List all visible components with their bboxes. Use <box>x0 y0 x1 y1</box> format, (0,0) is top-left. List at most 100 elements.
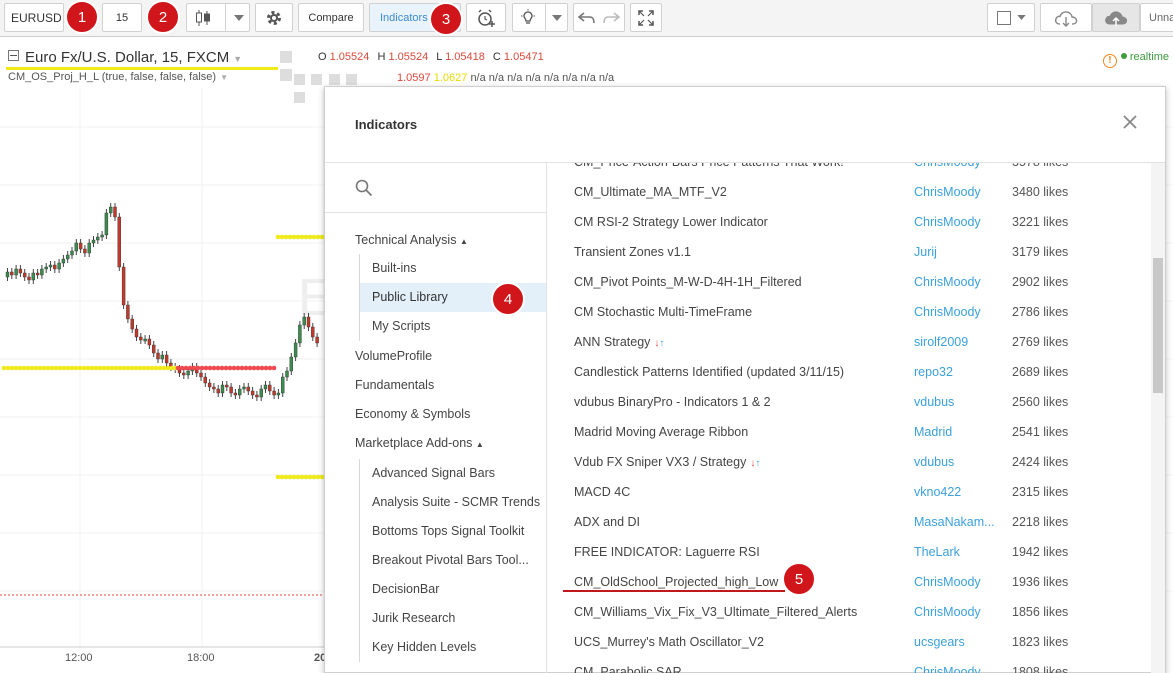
script-row[interactable]: FREE INDICATOR: Laguerre RSI TheLark 1942 … <box>548 537 1152 567</box>
script-name[interactable]: Candlestick Patterns Identified (updated… <box>574 357 844 387</box>
script-row[interactable]: UCS_Murrey's Math Oscillator_V2 ucsgears 1… <box>548 627 1152 657</box>
script-row[interactable]: vdubus BinaryPro - Indicators 1 & 2 vdubu… <box>548 387 1152 417</box>
script-name[interactable]: Transient Zones v1.1 <box>574 237 691 267</box>
load-layout-button[interactable] <box>1040 3 1092 32</box>
script-row[interactable]: CM Stochastic Multi-TimeFrame ChrisMoody 2… <box>548 297 1152 327</box>
marketplace-item[interactable]: Jurik Research <box>359 604 546 633</box>
chevron-down-icon[interactable] <box>551 14 562 21</box>
category-technical-analysis[interactable]: Technical Analysis ▲ <box>355 233 468 247</box>
settings-icon[interactable] <box>280 69 292 81</box>
script-name[interactable]: CM RSI-2 Strategy Lower Indicator <box>574 207 768 237</box>
category-fundamentals[interactable]: Fundamentals <box>355 378 434 392</box>
script-name[interactable]: UCS_Murrey's Math Oscillator_V2 <box>574 627 764 657</box>
chevron-down-icon[interactable]: ▼ <box>233 54 242 64</box>
script-author-link[interactable]: vdubus <box>914 447 1000 477</box>
script-row[interactable]: Candlestick Patterns Identified (updated… <box>548 357 1152 387</box>
script-author-link[interactable]: ChrisMoody <box>914 207 1000 237</box>
script-author-link[interactable]: Madrid <box>914 417 1000 447</box>
settings-icon[interactable] <box>311 74 323 85</box>
marketplace-item[interactable]: Advanced Signal Bars <box>359 459 546 488</box>
settings-button[interactable] <box>255 3 293 32</box>
eye-icon[interactable] <box>280 51 292 63</box>
close-icon[interactable] <box>1121 113 1139 131</box>
category-economy[interactable]: Economy & Symbols <box>355 407 470 421</box>
symbol-input[interactable]: EURUSD <box>4 3 64 32</box>
script-row[interactable]: CM_Williams_Vix_Fix_V3_Ultimate_Filtered… <box>548 597 1152 627</box>
category-marketplace[interactable]: Marketplace Add-ons ▲ <box>355 436 484 450</box>
color-theme-button[interactable] <box>987 3 1035 32</box>
chart-style-button[interactable] <box>186 3 250 32</box>
script-row[interactable]: ANN Strategy ↓↑ sirolf2009 2769 likes <box>548 327 1152 357</box>
script-name[interactable]: CM_Parabolic SAR <box>574 657 682 673</box>
category-volume-profile[interactable]: VolumeProfile <box>355 349 432 363</box>
category-built-ins[interactable]: Built-ins <box>359 254 546 283</box>
script-author-link[interactable]: vkno422 <box>914 477 1000 507</box>
script-author-link[interactable]: MasaNakam... <box>914 507 1000 537</box>
script-author-link[interactable]: Jurij <box>914 237 1000 267</box>
script-name[interactable]: MACD 4C <box>574 477 630 507</box>
script-author-link[interactable]: ChrisMoody <box>914 177 1000 207</box>
alert-button[interactable] <box>466 3 506 32</box>
script-name[interactable]: CM_Williams_Vix_Fix_V3_Ultimate_Filtered… <box>574 597 857 627</box>
interval-button[interactable]: 15 <box>102 3 142 32</box>
script-author-link[interactable]: ChrisMoody <box>914 567 1000 597</box>
layout-name[interactable]: Unna <box>1140 3 1173 32</box>
script-name[interactable]: ADX and DI <box>574 507 640 537</box>
script-name[interactable]: CM_Pivot Points_M-W-D-4H-1H_Filtered <box>574 267 802 297</box>
script-author-link[interactable]: ChrisMoody <box>914 267 1000 297</box>
marketplace-item[interactable]: Bottoms Tops Signal Toolkit <box>359 517 546 546</box>
script-author-link[interactable]: ChrisMoody <box>914 163 1000 177</box>
script-row[interactable]: MACD 4C vkno422 2315 likes <box>548 477 1152 507</box>
script-row[interactable]: Vdub FX Sniper VX3 / Strategy ↓↑ vdubus 242… <box>548 447 1152 477</box>
script-name[interactable]: CM_Ultimate_MA_MTF_V2 <box>574 177 727 207</box>
search-input[interactable] <box>325 163 546 213</box>
script-author-link[interactable]: ChrisMoody <box>914 597 1000 627</box>
script-author-link[interactable]: ChrisMoody <box>914 657 1000 673</box>
script-row[interactable]: CM_Ultimate_MA_MTF_V2 ChrisMoody 3480 like… <box>548 177 1152 207</box>
script-author-link[interactable]: ucsgears <box>914 627 1000 657</box>
script-author-link[interactable]: TheLark <box>914 537 1000 567</box>
projection-mid-dot <box>161 365 167 371</box>
script-name[interactable]: ANN Strategy ↓↑ <box>574 327 664 359</box>
scroll-thumb[interactable] <box>1153 258 1163 393</box>
script-author-link[interactable]: sirolf2009 <box>914 327 1000 357</box>
script-row[interactable]: CM RSI-2 Strategy Lower Indicator ChrisMo… <box>548 207 1152 237</box>
scrollbar[interactable] <box>1151 163 1165 673</box>
category-my-scripts[interactable]: My Scripts <box>359 312 546 341</box>
marketplace-item[interactable]: Analysis Suite - SCMR Trends <box>359 488 546 517</box>
script-row[interactable]: CM_Pivot Points_M-W-D-4H-1H_Filtered Chri… <box>548 267 1152 297</box>
add-icon[interactable] <box>346 74 358 85</box>
chevron-down-icon[interactable]: ▼ <box>220 73 228 82</box>
script-name[interactable]: CM_OldSchool_Projected_high_Low <box>574 567 778 597</box>
script-name[interactable]: Vdub FX Sniper VX3 / Strategy ↓↑ <box>574 447 760 479</box>
marketplace-item[interactable]: Breakout Pivotal Bars Tool... <box>359 546 546 575</box>
source-icon[interactable] <box>328 74 340 85</box>
script-row[interactable]: ADX and DI MasaNakam... 2218 likes <box>548 507 1152 537</box>
fullscreen-button[interactable] <box>630 3 662 32</box>
remove-icon[interactable] <box>294 92 305 103</box>
redo-icon[interactable] <box>602 11 620 25</box>
script-name[interactable]: CM Stochastic Multi-TimeFrame <box>574 297 752 327</box>
script-row[interactable]: Transient Zones v1.1 Jurij 3179 likes <box>548 237 1152 267</box>
chevron-down-icon[interactable] <box>233 14 244 21</box>
warning-icon[interactable]: ! <box>1102 54 1117 68</box>
script-name[interactable]: vdubus BinaryPro - Indicators 1 & 2 <box>574 387 771 417</box>
script-row[interactable]: Madrid Moving Average Ribbon Madrid 2541 l… <box>548 417 1152 447</box>
script-row[interactable]: CM_Parabolic SAR ChrisMoody 1808 likes <box>548 657 1152 673</box>
script-name[interactable]: Madrid Moving Average Ribbon <box>574 417 748 447</box>
save-layout-button[interactable] <box>1092 3 1140 32</box>
marketplace-item[interactable]: Key Hidden Levels <box>359 633 546 662</box>
script-row[interactable]: CM_OldSchool_Projected_high_Low ChrisMood… <box>548 567 1152 597</box>
collapse-icon[interactable] <box>8 50 19 61</box>
ideas-button[interactable] <box>512 3 568 32</box>
script-author-link[interactable]: vdubus <box>914 387 1000 417</box>
script-author-link[interactable]: ChrisMoody <box>914 297 1000 327</box>
undo-icon[interactable] <box>578 11 596 25</box>
eye-icon[interactable] <box>294 74 305 85</box>
script-name[interactable]: CM_Price-Action-Bars Price Patterns That… <box>574 163 844 177</box>
script-author-link[interactable]: repo32 <box>914 357 1000 387</box>
script-name[interactable]: FREE INDICATOR: Laguerre RSI <box>574 537 760 567</box>
script-row[interactable]: CM_Price-Action-Bars Price Patterns That… <box>548 163 1152 177</box>
marketplace-item[interactable]: DecisionBar <box>359 575 546 604</box>
compare-button[interactable]: Compare <box>298 3 364 32</box>
